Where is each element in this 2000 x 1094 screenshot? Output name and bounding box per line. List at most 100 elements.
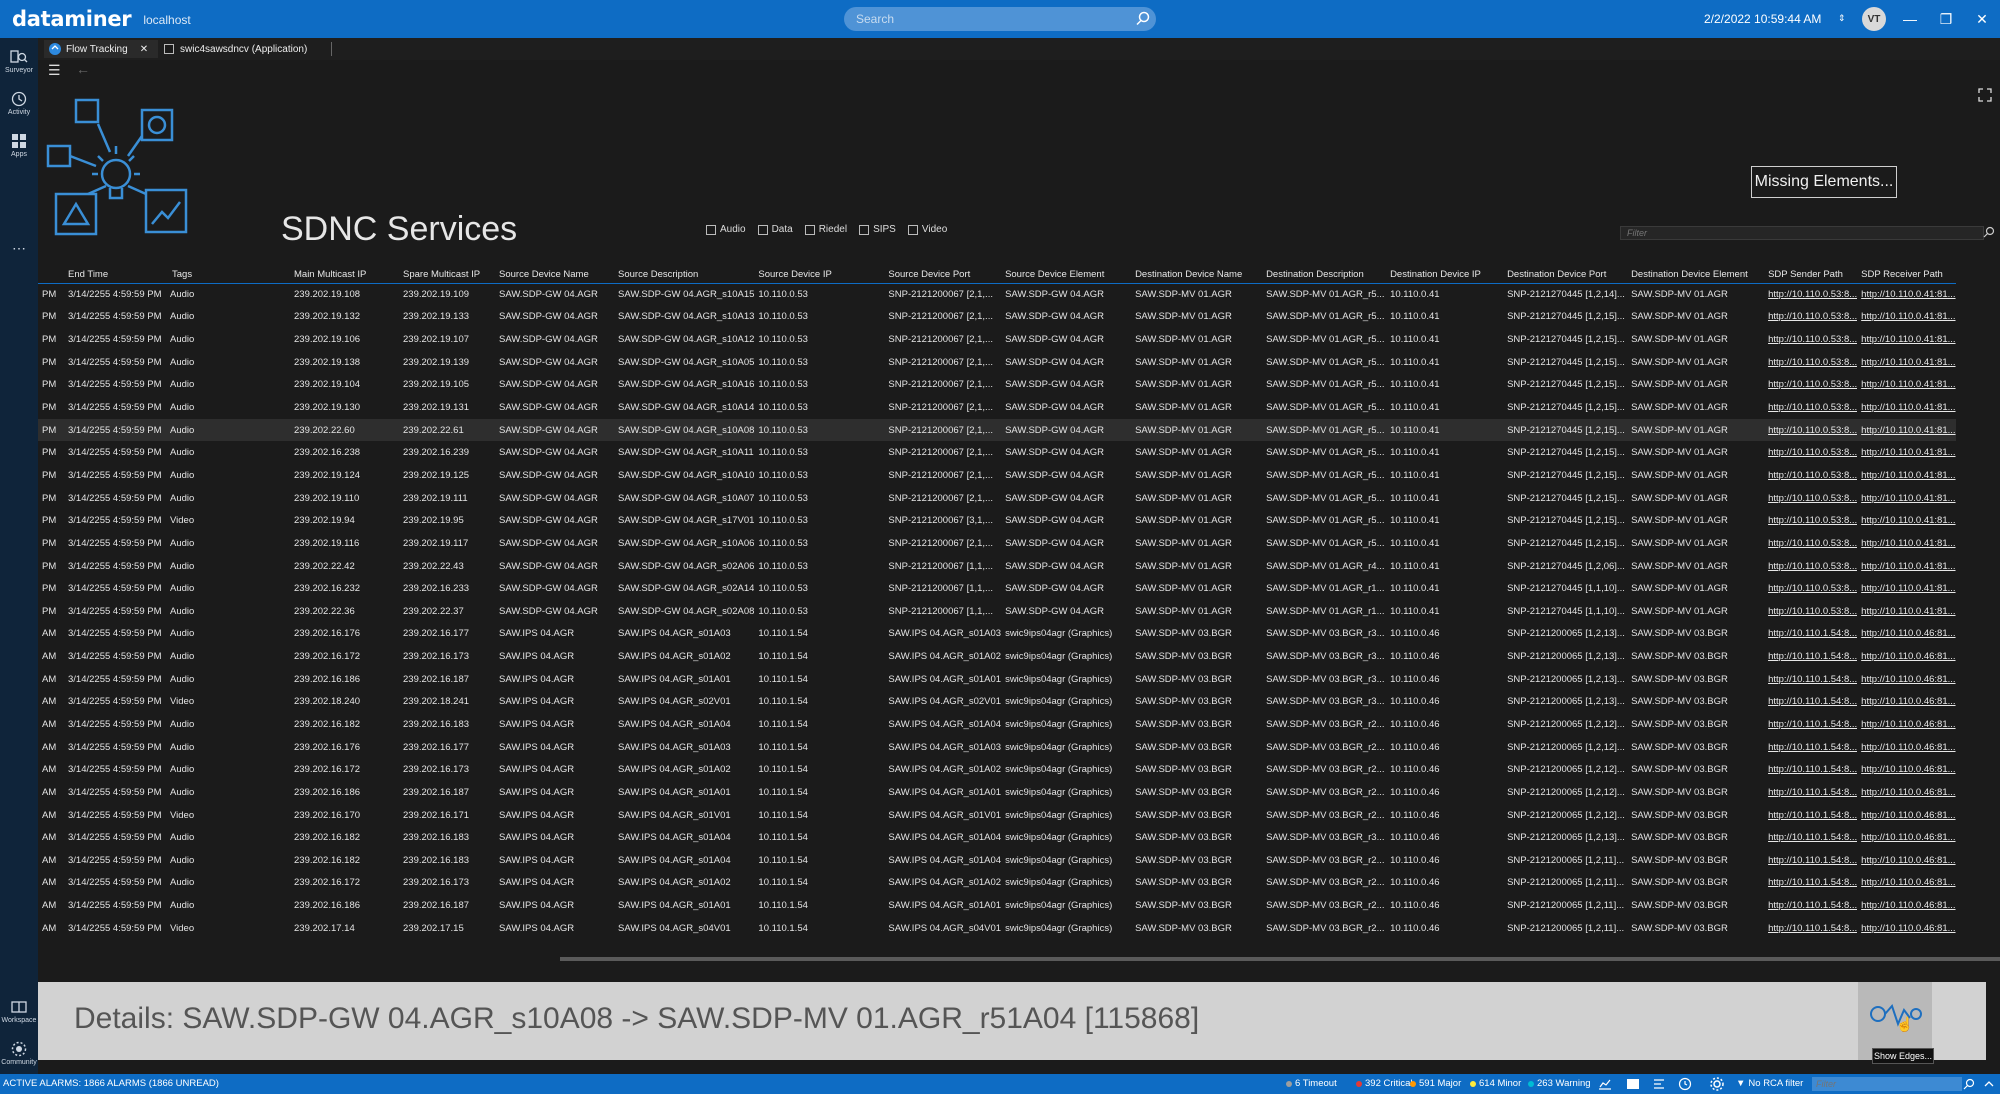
table-cell[interactable]: http://10.110.0.53:8... — [1764, 577, 1857, 600]
column-header[interactable]: Source Device Element — [1001, 267, 1132, 284]
search-input[interactable] — [844, 7, 1156, 31]
table-cell[interactable]: http://10.110.1.54:8... — [1764, 872, 1857, 895]
missing-elements-button[interactable]: Missing Elements... — [1751, 166, 1897, 198]
table-cell[interactable]: http://10.110.0.46:81... — [1857, 849, 1955, 872]
sidebar-item-apps[interactable]: Apps — [0, 126, 38, 164]
avatar[interactable]: VT — [1862, 7, 1886, 31]
column-header[interactable]: Source Device Name — [495, 267, 614, 284]
search-icon[interactable] — [1982, 225, 1996, 239]
table-cell[interactable]: http://10.110.1.54:8... — [1764, 713, 1857, 736]
rca-filter[interactable]: ▼ No RCA filter — [1736, 1078, 1803, 1089]
column-header[interactable]: Source Device IP — [754, 267, 885, 284]
table-cell[interactable]: http://10.110.0.53:8... — [1764, 328, 1857, 351]
brand-logo[interactable]: dataminer — [12, 7, 132, 31]
table-filter-input[interactable] — [1620, 226, 1984, 240]
tab-close-icon[interactable]: ✕ — [140, 44, 148, 55]
data-checkbox[interactable] — [757, 224, 768, 235]
table-row[interactable]: AM 3/14/2255 4:59:59 PM Video 239.202.16.17… — [38, 804, 1956, 827]
column-header[interactable]: Tags — [166, 267, 290, 284]
table-cell[interactable]: http://10.110.1.54:8... — [1764, 804, 1857, 827]
table-row[interactable]: PM 3/14/2255 4:59:59 PM Audio 239.202.19.10… — [38, 283, 1956, 306]
table-cell[interactable]: http://10.110.0.53:8... — [1764, 487, 1857, 510]
column-header[interactable]: End Time — [64, 267, 166, 284]
table-cell[interactable]: http://10.110.0.53:8... — [1764, 283, 1857, 306]
table-row[interactable]: AM 3/14/2255 4:59:59 PM Audio 239.202.16.17… — [38, 623, 1956, 646]
search-icon[interactable] — [1962, 1077, 1976, 1091]
chevron-up-icon[interactable] — [1982, 1077, 1996, 1091]
table-cell[interactable]: http://10.110.0.53:8... — [1764, 351, 1857, 374]
table-row[interactable]: AM 3/14/2255 4:59:59 PM Video 239.202.17.14… — [38, 917, 1956, 940]
table-cell[interactable]: http://10.110.0.53:8... — [1764, 600, 1857, 623]
sips-checkbox[interactable] — [859, 224, 870, 235]
table-row[interactable]: PM 3/14/2255 4:59:59 PM Audio 239.202.19.13… — [38, 396, 1956, 419]
active-alarms-label[interactable]: ACTIVE ALARMS: 1866 ALARMS (1866 UNREAD) — [3, 1078, 219, 1089]
sidebar-item-community[interactable]: Community — [0, 1034, 38, 1072]
table-row[interactable]: AM 3/14/2255 4:59:59 PM Audio 239.202.16.18… — [38, 781, 1956, 804]
table-cell[interactable]: http://10.110.1.54:8... — [1764, 736, 1857, 759]
list-view-icon[interactable] — [1626, 1077, 1640, 1091]
table-row[interactable]: PM 3/14/2255 4:59:59 PM Audio 239.202.22.42… — [38, 555, 1956, 578]
fullscreen-icon[interactable] — [1978, 88, 1992, 102]
table-row[interactable]: AM 3/14/2255 4:59:59 PM Audio 239.202.16.18… — [38, 826, 1956, 849]
table-cell[interactable]: http://10.110.0.41:81... — [1857, 464, 1955, 487]
minor-count[interactable]: 614 Minor — [1470, 1078, 1521, 1089]
table-row[interactable]: PM 3/14/2255 4:59:59 PM Audio 239.202.19.13… — [38, 306, 1956, 329]
search-icon[interactable] — [1134, 10, 1152, 28]
table-row[interactable]: PM 3/14/2255 4:59:59 PM Audio 239.202.19.10… — [38, 374, 1956, 397]
filter-video[interactable]: Video — [907, 224, 947, 235]
table-cell[interactable]: http://10.110.0.46:81... — [1857, 917, 1955, 940]
table-cell[interactable]: http://10.110.1.54:8... — [1764, 623, 1857, 646]
restore-icon[interactable]: ❐ — [1936, 9, 1956, 29]
table-row[interactable]: PM 3/14/2255 4:59:59 PM Audio 239.202.19.13… — [38, 351, 1956, 374]
table-row[interactable]: PM 3/14/2255 4:59:59 PM Audio 239.202.19.11… — [38, 532, 1956, 555]
table-cell[interactable]: http://10.110.0.46:81... — [1857, 668, 1955, 691]
column-header[interactable]: Destination Device Port — [1503, 267, 1628, 284]
sidebar-item-activity[interactable]: Activity — [0, 84, 38, 122]
table-cell[interactable]: http://10.110.0.46:81... — [1857, 804, 1955, 827]
table-cell[interactable]: http://10.110.1.54:8... — [1764, 781, 1857, 804]
video-checkbox[interactable] — [907, 224, 918, 235]
table-cell[interactable]: http://10.110.1.54:8... — [1764, 645, 1857, 668]
warning-count[interactable]: 263 Warning — [1528, 1078, 1591, 1089]
table-row[interactable]: PM 3/14/2255 4:59:59 PM Audio 239.202.16.23… — [38, 441, 1956, 464]
table-cell[interactable]: http://10.110.0.53:8... — [1764, 532, 1857, 555]
chart-icon[interactable] — [1598, 1077, 1612, 1091]
table-cell[interactable]: http://10.110.0.41:81... — [1857, 555, 1955, 578]
table-row[interactable]: PM 3/14/2255 4:59:59 PM Audio 239.202.22.36… — [38, 600, 1956, 623]
table-row[interactable]: PM 3/14/2255 4:59:59 PM Audio 239.202.22.60… — [38, 418, 1956, 442]
filter-data[interactable]: Data — [757, 224, 793, 235]
table-cell[interactable]: http://10.110.0.41:81... — [1857, 418, 1956, 442]
table-row[interactable]: AM 3/14/2255 4:59:59 PM Audio 239.202.16.17… — [38, 872, 1956, 895]
table-cell[interactable]: http://10.110.0.46:81... — [1857, 623, 1955, 646]
sort-caret-icon[interactable]: ⇕ — [1838, 13, 1846, 23]
table-cell[interactable]: http://10.110.1.54:8... — [1764, 849, 1857, 872]
clock-icon[interactable] — [1678, 1077, 1692, 1091]
align-icon[interactable] — [1652, 1077, 1666, 1091]
filter-sips[interactable]: SIPS — [859, 224, 896, 235]
table-row[interactable]: PM 3/14/2255 4:59:59 PM Video 239.202.19.94… — [38, 509, 1956, 532]
riedel-checkbox[interactable] — [804, 224, 815, 235]
horizontal-scrollbar[interactable] — [560, 957, 2000, 961]
table-cell[interactable]: http://10.110.0.46:81... — [1857, 826, 1955, 849]
column-header[interactable]: Destination Device IP — [1386, 267, 1504, 284]
table-row[interactable]: AM 3/14/2255 4:59:59 PM Audio 239.202.16.18… — [38, 894, 1956, 917]
settings-icon[interactable] — [1710, 1077, 1724, 1091]
table-cell[interactable]: http://10.110.1.54:8... — [1764, 894, 1857, 917]
table-row[interactable]: AM 3/14/2255 4:59:59 PM Audio 239.202.16.18… — [38, 713, 1956, 736]
table-cell[interactable]: http://10.110.0.41:81... — [1857, 600, 1955, 623]
filter-audio[interactable]: Audio — [706, 224, 746, 235]
column-header[interactable]: Source Device Port — [884, 267, 1002, 284]
table-cell[interactable]: http://10.110.1.54:8... — [1764, 758, 1857, 781]
column-header[interactable]: Destination Device Element — [1627, 267, 1765, 284]
table-cell[interactable]: http://10.110.0.53:8... — [1764, 374, 1857, 397]
table-row[interactable]: PM 3/14/2255 4:59:59 PM Audio 239.202.19.11… — [38, 487, 1956, 510]
timeout-count[interactable]: 6 Timeout — [1286, 1078, 1337, 1089]
column-header[interactable]: Source Description — [614, 267, 755, 284]
table-cell[interactable]: http://10.110.0.46:81... — [1857, 781, 1955, 804]
table-row[interactable]: PM 3/14/2255 4:59:59 PM Audio 239.202.19.10… — [38, 328, 1956, 351]
column-header[interactable]: Spare Multicast IP — [399, 267, 495, 284]
table-cell[interactable]: http://10.110.0.41:81... — [1857, 351, 1955, 374]
audio-checkbox[interactable] — [706, 224, 716, 235]
critical-count[interactable]: 392 Critical — [1356, 1078, 1413, 1089]
table-cell[interactable]: http://10.110.0.53:8... — [1764, 509, 1857, 532]
